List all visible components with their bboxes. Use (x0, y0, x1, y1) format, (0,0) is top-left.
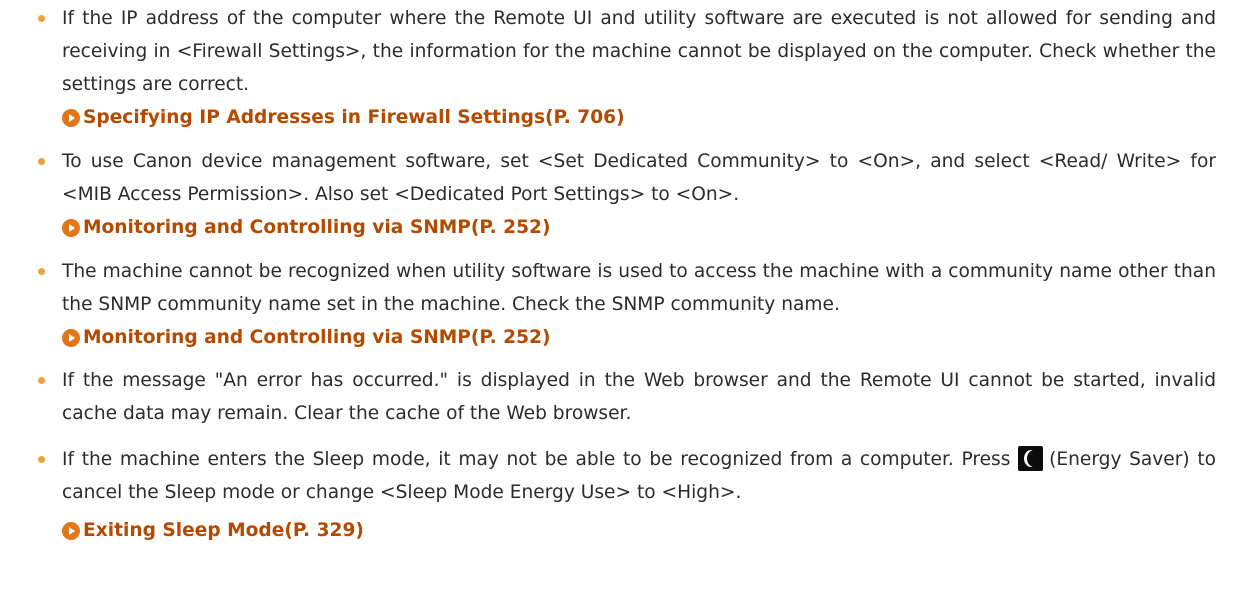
bullet-icon (38, 15, 45, 22)
link-label: Specifying IP Addresses in Firewall Sett… (83, 107, 625, 128)
list-item-text: If the message "An error has occurred." … (62, 370, 1216, 424)
arrow-right-icon (62, 108, 80, 127)
list-item-text: The machine cannot be recognized when ut… (62, 261, 1216, 315)
bullet-icon (38, 158, 45, 165)
link-label: Monitoring and Controlling via SNMP(P. 2… (83, 217, 551, 238)
bullet-icon (38, 456, 45, 463)
list-item: If the IP address of the computer where … (0, 2, 1242, 134)
list-item: The machine cannot be recognized when ut… (0, 255, 1242, 354)
text-before-icon: If the machine enters the Sleep mode, it… (62, 449, 1011, 470)
bullet-icon (38, 377, 45, 384)
link-monitoring-snmp[interactable]: Monitoring and Controlling via SNMP(P. 2… (62, 211, 1216, 244)
link-firewall-settings[interactable]: Specifying IP Addresses in Firewall Sett… (62, 101, 1216, 134)
energy-saver-moon-icon (1018, 446, 1044, 471)
list-item: If the machine enters the Sleep mode, it… (0, 443, 1242, 547)
bullet-icon (38, 268, 45, 275)
list-item-text: If the IP address of the computer where … (62, 8, 1216, 95)
list-item: To use Canon device management software,… (0, 145, 1242, 244)
arrow-right-icon (62, 328, 80, 347)
arrow-right-icon (62, 521, 80, 540)
list-item-text: To use Canon device management software,… (62, 151, 1216, 205)
link-label: Monitoring and Controlling via SNMP(P. 2… (83, 327, 551, 348)
list-item-text: If the machine enters the Sleep mode, it… (62, 443, 1216, 509)
link-exiting-sleep-mode[interactable]: Exiting Sleep Mode(P. 329) (62, 514, 1216, 547)
list-item: If the message "An error has occurred." … (0, 364, 1242, 430)
link-label: Exiting Sleep Mode(P. 329) (83, 520, 364, 541)
link-monitoring-snmp[interactable]: Monitoring and Controlling via SNMP(P. 2… (62, 321, 1216, 354)
arrow-right-icon (62, 218, 80, 237)
